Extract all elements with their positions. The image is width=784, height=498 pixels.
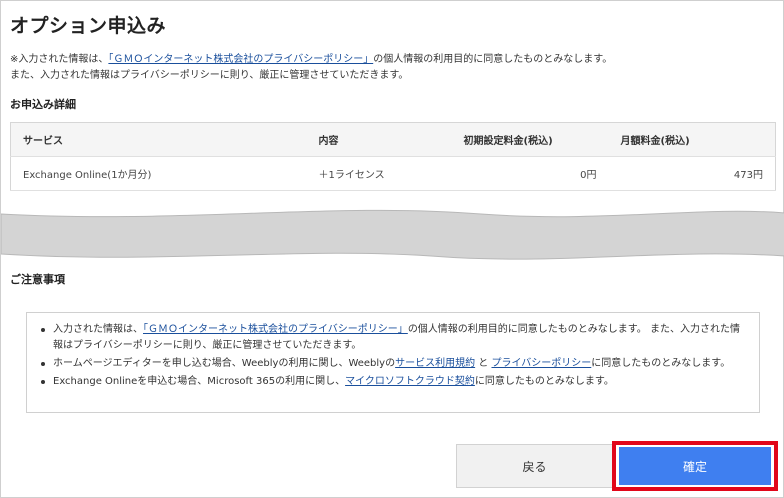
service-cell: Exchange Online(1か月分) [10, 156, 307, 191]
list-item: Exchange Onlineを申込む場合、Microsoft 365の利用に関… [41, 374, 749, 390]
list-item: 入力された情報は、「ＧＭＯインターネット株式会社のプライバシーポリシー」の個人情… [41, 322, 749, 354]
monthly-fee-column-header: 月額料金(税込) [608, 122, 776, 157]
back-button[interactable]: 戻る [456, 444, 613, 488]
content-column-header: 内容 [306, 122, 452, 157]
application-details-table: サービス 内容 初期設定料金(税込) 月額料金(税込) Exchange Onl… [10, 122, 776, 191]
microsoft-cloud-agreement-link[interactable]: マイクロソフトクラウド契約 [345, 376, 475, 387]
monthly-fee-cell: 473円 [608, 156, 776, 191]
caution-text: に同意したものとみなします。 [591, 358, 731, 369]
list-item: ホームページエディターを申し込む場合、Weeblyの利用に関し、Weeblyのサ… [41, 356, 749, 372]
initial-fee-cell: 0円 [451, 156, 609, 191]
table-header-row: サービス 内容 初期設定料金(税込) 月額料金(税込) [10, 122, 776, 157]
page-title: オプション申込み [10, 15, 167, 37]
content-cell: ＋1ライセンス [306, 156, 452, 191]
caution-text: に同意したものとみなします。 [474, 376, 614, 387]
caution-text: ホームページエディターを申し込む場合、Weeblyの利用に関し、Weeblyの [53, 358, 396, 369]
option-application-page: オプション申込み ※入力された情報は、「ＧＭＯインターネット株式会社のプライバシ… [0, 0, 784, 498]
caution-text: 入力された情報は、 [53, 324, 143, 335]
caution-text: Exchange Onlineを申込む場合、Microsoft 365の利用に関… [53, 376, 346, 387]
privacy-notice: ※入力された情報は、「ＧＭＯインターネット株式会社のプライバシーポリシー」の個人… [10, 52, 620, 84]
initial-fee-column-header: 初期設定料金(税込) [451, 122, 609, 157]
weebly-privacy-link[interactable]: プライバシーポリシー [491, 358, 591, 369]
caution-box: 入力された情報は、「ＧＭＯインターネット株式会社のプライバシーポリシー」の個人情… [26, 312, 760, 413]
page-break-divider [1, 209, 784, 260]
privacy-policy-link[interactable]: 「ＧＭＯインターネット株式会社のプライバシーポリシー」 [108, 54, 373, 65]
service-column-header: サービス [10, 122, 307, 157]
privacy-notice-prefix: ※入力された情報は、 [10, 54, 109, 65]
weebly-terms-link[interactable]: サービス利用規約 [395, 358, 475, 369]
privacy-policy-link[interactable]: 「ＧＭＯインターネット株式会社のプライバシーポリシー」 [143, 324, 408, 335]
table-row: Exchange Online(1か月分) ＋1ライセンス 0円 473円 [10, 156, 776, 191]
caution-list: 入力された情報は、「ＧＭＯインターネット株式会社のプライバシーポリシー」の個人情… [27, 313, 759, 390]
caution-section-title: ご注意事項 [10, 273, 65, 286]
confirm-button[interactable]: 確定 [619, 447, 771, 485]
caution-text: と [475, 358, 492, 369]
details-section-title: お申込み詳細 [10, 98, 76, 111]
